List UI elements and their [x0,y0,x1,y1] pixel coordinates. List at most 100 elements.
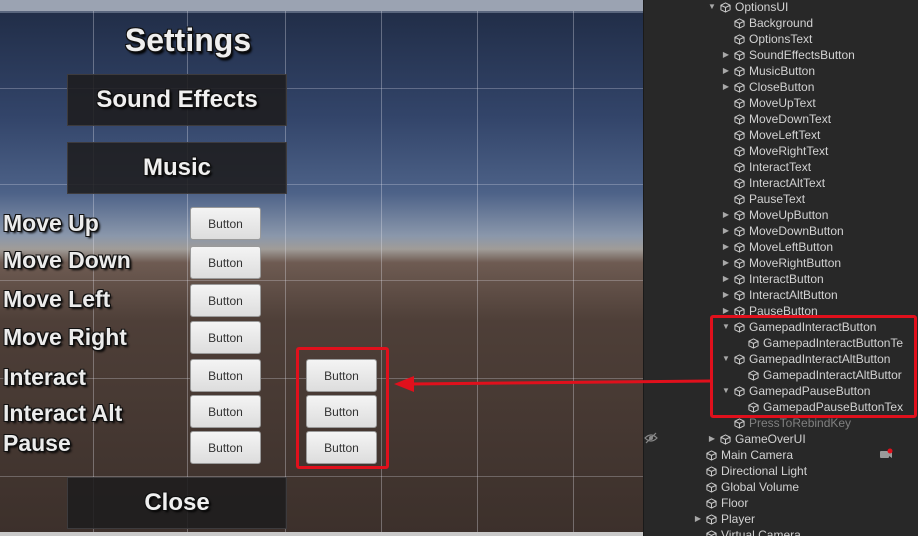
gameobject-cube-icon [734,97,745,109]
gameobject-cube-icon [734,225,745,237]
collapse-arrow-icon[interactable]: ▶ [721,271,731,287]
move-right-button[interactable]: Button [190,321,261,354]
hierarchy-item-label: MusicButton [749,64,816,78]
hierarchy-item[interactable]: ▶ InteractAltButton [644,287,918,303]
camera-gizmo-icon [880,448,893,458]
gameobject-cube-icon [706,481,717,493]
gameobject-cube-icon [706,513,717,525]
gameobject-cube-icon [734,113,745,125]
hierarchy-item[interactable]: Floor [644,495,918,511]
interact-label: Interact [3,364,87,390]
sound-effects-button[interactable]: Sound Effects [67,74,287,126]
collapse-arrow-icon[interactable]: ▶ [721,287,731,303]
hierarchy-item[interactable]: InteractAltText [644,175,918,191]
hierarchy-item-label: Player [721,512,756,526]
hierarchy-item-label: MoveUpText [749,96,816,110]
hierarchy-panel[interactable]: ▼ OptionsUI Background OptionsText ▶ SoundEff… [643,0,918,536]
scene-view[interactable]: Settings Sound Effects Music Move Up Mov… [0,0,643,536]
move-right-label: Move Right [3,324,127,350]
hierarchy-item[interactable]: ▶ CloseButton [644,79,918,95]
scene-top-bar [0,0,643,13]
pause-button[interactable]: Button [190,431,261,464]
move-left-button[interactable]: Button [190,284,261,317]
hierarchy-item[interactable]: ▶ GameOverUI [644,431,918,447]
hierarchy-item-label: MoveRightText [749,144,829,158]
hierarchy-item[interactable]: Global Volume [644,479,918,495]
hierarchy-item-label: Background [749,16,814,30]
hierarchy-item-label: MoveLeftText [749,128,821,142]
collapse-arrow-icon[interactable]: ▶ [721,47,731,63]
hierarchy-item[interactable]: ▶ MoveUpButton [644,207,918,223]
move-left-label: Move Left [3,286,111,312]
hierarchy-item-label: CloseButton [749,80,815,94]
hierarchy-item[interactable]: ▶ SoundEffectsButton [644,47,918,63]
hierarchy-item[interactable]: MoveDownText [644,111,918,127]
hierarchy-item[interactable]: ▶ InteractButton [644,271,918,287]
collapse-arrow-icon[interactable]: ▶ [707,431,717,447]
gameobject-cube-icon [734,161,745,173]
gameobject-cube-icon [734,17,745,29]
hierarchy-item-label: InteractButton [749,272,824,286]
eye-hidden-icon[interactable] [644,432,658,444]
hierarchy-item-label: MoveDownText [749,112,832,126]
hierarchy-item-label: Global Volume [721,480,800,494]
hierarchy-item[interactable]: MoveRightText [644,143,918,159]
gameobject-cube-icon [706,529,717,536]
collapse-arrow-icon[interactable]: ▶ [721,79,731,95]
hierarchy-item-label: OptionsText [749,32,813,46]
hierarchy-item-label: Virtual Camera [721,528,801,536]
hierarchy-item[interactable]: OptionsText [644,31,918,47]
hierarchy-item[interactable]: PauseText [644,191,918,207]
hierarchy-item-label: Main Camera [721,448,794,462]
hierarchy-item[interactable]: Directional Light [644,463,918,479]
gameobject-cube-icon [734,209,745,221]
gameobject-cube-icon [734,193,745,205]
hierarchy-item[interactable]: ▼ OptionsUI [644,0,918,15]
hierarchy-item[interactable]: MoveUpText [644,95,918,111]
hierarchy-item[interactable]: Background [644,15,918,31]
hierarchy-item[interactable]: ▶ MoveDownButton [644,223,918,239]
move-up-button[interactable]: Button [190,207,261,240]
collapse-arrow-icon[interactable]: ▶ [721,207,731,223]
collapse-arrow-icon[interactable]: ▶ [721,255,731,271]
hierarchy-item[interactable]: MoveLeftText [644,127,918,143]
gameobject-cube-icon [720,433,731,445]
hierarchy-item-label: PauseText [749,192,806,206]
hierarchy-item-label: InteractText [749,160,812,174]
expand-arrow-icon[interactable]: ▼ [707,0,717,15]
collapse-arrow-icon[interactable]: ▶ [693,511,703,527]
move-down-button[interactable]: Button [190,246,261,279]
hierarchy-item[interactable]: ▶ Player [644,511,918,527]
gameobject-cube-icon [720,1,731,13]
hierarchy-item-label: MoveLeftButton [749,240,834,254]
collapse-arrow-icon[interactable]: ▶ [721,223,731,239]
interact-alt-button[interactable]: Button [190,395,261,428]
pause-label: Pause [3,430,71,456]
interact-button[interactable]: Button [190,359,261,392]
hierarchy-item-label: OptionsUI [735,0,789,14]
hierarchy-item-label: Directional Light [721,464,808,478]
hierarchy-item-label: MoveRightButton [749,256,842,270]
gamepad-objects-highlight [710,315,917,418]
close-button[interactable]: Close [67,477,287,529]
gameobject-cube-icon [734,257,745,269]
collapse-arrow-icon[interactable]: ▶ [721,63,731,79]
gameobject-cube-icon [734,49,745,61]
music-button[interactable]: Music [67,142,287,194]
hierarchy-item[interactable]: ▶ MusicButton [644,63,918,79]
hierarchy-item[interactable]: ▶ MoveLeftButton [644,239,918,255]
gameobject-cube-icon [734,241,745,253]
hierarchy-item[interactable]: Virtual Camera [644,527,918,536]
hierarchy-item[interactable]: ▶ MoveRightButton [644,255,918,271]
collapse-arrow-icon[interactable]: ▶ [721,239,731,255]
hierarchy-item[interactable]: InteractText [644,159,918,175]
hierarchy-item-label: InteractAltText [749,176,826,190]
gameobject-cube-icon [734,129,745,141]
grid-line [0,280,643,281]
hierarchy-item-label: MoveDownButton [749,224,844,238]
hierarchy-item-label: SoundEffectsButton [749,48,855,62]
hierarchy-item[interactable]: Main Camera [644,447,918,463]
hierarchy-item-label: Floor [721,496,749,510]
gameobject-cube-icon [734,33,745,45]
interact-alt-label: Interact Alt [3,400,123,426]
